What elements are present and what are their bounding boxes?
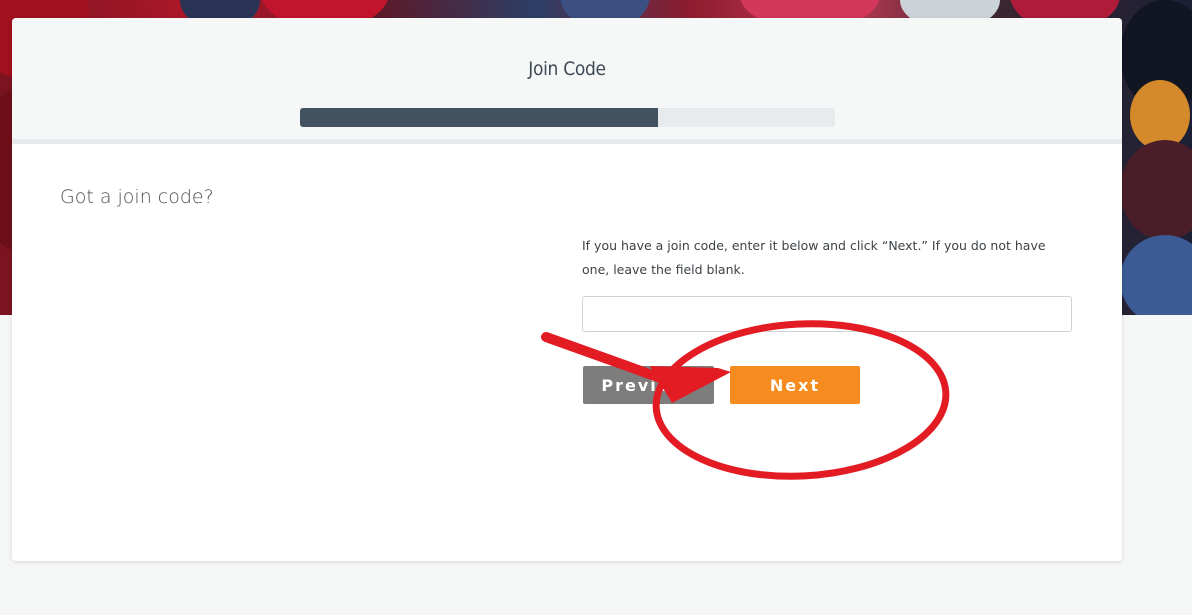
join-code-input[interactable] xyxy=(582,296,1072,332)
progress-bar-fill xyxy=(300,108,659,127)
previous-button[interactable]: Previous xyxy=(583,366,714,404)
berry-decoration xyxy=(1120,140,1192,240)
step-title: Join Code xyxy=(528,58,606,80)
wizard-card: Join Code Got a join code? If you have a… xyxy=(12,18,1122,561)
wizard-header: Join Code xyxy=(12,18,1122,144)
join-code-question: Got a join code? xyxy=(60,186,214,208)
berry-decoration xyxy=(1120,235,1192,315)
next-button[interactable]: Next xyxy=(730,366,860,404)
progress-bar xyxy=(300,108,835,127)
join-code-instructions: If you have a join code, enter it below … xyxy=(582,238,1046,277)
